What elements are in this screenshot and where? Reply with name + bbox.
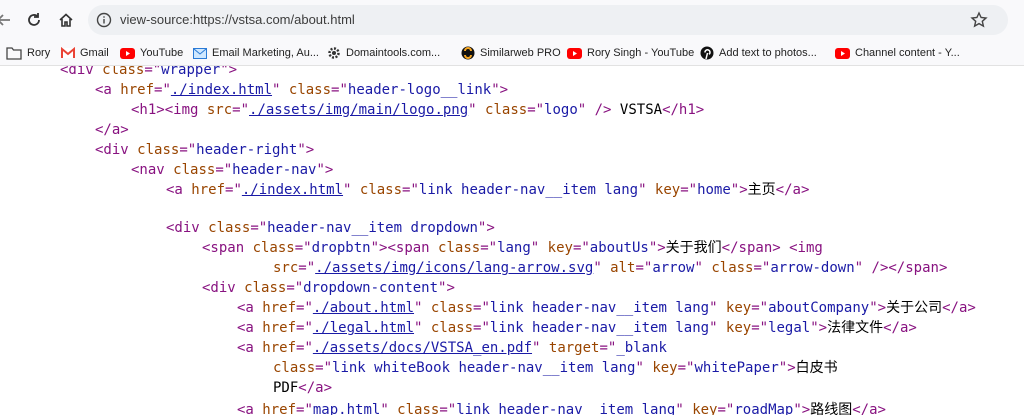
- source-line: <div class="header-right">: [95, 142, 315, 158]
- gmail-icon: [61, 47, 75, 58]
- bookmark-domaintools[interactable]: Domaintools.com...: [327, 45, 440, 61]
- bookmark-label: Channel content - Y...: [855, 47, 960, 59]
- bookmark-label: YouTube: [140, 47, 184, 59]
- bookmark-channel-content[interactable]: Channel content - Y...: [835, 45, 960, 61]
- bookmark-label: Domaintools.com...: [346, 47, 441, 59]
- address-bar[interactable]: view-source:https://vstsa.com/about.html: [88, 5, 1008, 35]
- info-icon[interactable]: [96, 12, 112, 28]
- bookmark-label: Similarweb PRO: [480, 47, 561, 59]
- browser-toolbar: view-source:https://vstsa.com/about.html: [0, 0, 1024, 40]
- bookmark-similarweb[interactable]: Similarweb PRO: [461, 45, 561, 61]
- source-link[interactable]: ./index.html: [242, 182, 343, 198]
- bookmark-rory[interactable]: Rory: [6, 45, 50, 61]
- source-line: <div class="header-nav__item dropdown">: [166, 220, 495, 236]
- source-line: <a href="map.html" class="link header-na…: [237, 400, 886, 415]
- source-line: <div class="dropdown-content">: [202, 280, 455, 296]
- source-link[interactable]: ./assets/img/main/logo.png: [249, 102, 468, 118]
- source-line: class="link whiteBook header-nav__item l…: [273, 360, 838, 376]
- reload-icon[interactable]: [22, 8, 46, 32]
- bookmark-rory-youtube[interactable]: Rory Singh - YouTube: [567, 45, 694, 61]
- source-line: <span class="dropbtn"><span class="lang"…: [202, 240, 823, 256]
- source-line: src="./assets/img/icons/lang-arrow.svg" …: [273, 260, 948, 276]
- source-line: <a href="./about.html" class="link heade…: [237, 300, 976, 316]
- bookmark-add-text[interactable]: Add text to photos...: [700, 45, 817, 61]
- pinterest-icon: [700, 46, 714, 60]
- source-code-view: <div class="wrapper"> <a href="./index.h…: [0, 66, 1024, 415]
- youtube-icon: [835, 47, 850, 59]
- source-line: <nav class="header-nav">: [131, 162, 334, 178]
- source-line: PDF</a>: [273, 380, 333, 396]
- back-arrow-icon[interactable]: [0, 8, 16, 32]
- similarweb-icon: [461, 46, 475, 60]
- bookmark-label: Rory Singh - YouTube: [587, 47, 695, 59]
- bookmark-email-marketing[interactable]: Email Marketing, Au...: [193, 45, 319, 61]
- bookmark-gmail[interactable]: Gmail: [61, 45, 109, 61]
- source-link[interactable]: map.html: [313, 402, 380, 415]
- source-line: <h1><img src="./assets/img/main/logo.png…: [131, 102, 705, 118]
- home-icon[interactable]: [54, 8, 78, 32]
- bookmark-youtube[interactable]: YouTube: [120, 45, 183, 61]
- source-link[interactable]: ./assets/docs/VSTSA_en.pdf: [313, 340, 532, 356]
- bookmark-label: Gmail: [80, 47, 109, 59]
- source-link[interactable]: ./assets/img/icons/lang-arrow.svg: [315, 260, 593, 276]
- gear-icon: [328, 47, 340, 59]
- bookmark-label: Email Marketing, Au...: [212, 47, 319, 59]
- bookmark-star-icon[interactable]: [970, 11, 988, 29]
- mail-icon: [193, 47, 207, 59]
- address-url[interactable]: view-source:https://vstsa.com/about.html: [120, 12, 355, 27]
- youtube-icon: [567, 47, 582, 59]
- bookmarks-bar: Rory Gmail YouTube Email Marketing, Au..…: [0, 40, 1024, 66]
- source-link[interactable]: ./about.html: [313, 300, 414, 316]
- bookmark-label: Rory: [27, 47, 51, 59]
- folder-icon: [6, 47, 22, 60]
- source-line: <a href="./legal.html" class="link heade…: [237, 320, 917, 336]
- bookmark-label: Add text to photos...: [719, 47, 817, 59]
- source-line: <a href="./index.html" class="header-log…: [95, 82, 509, 98]
- youtube-icon: [120, 47, 135, 59]
- source-link[interactable]: ./legal.html: [313, 320, 414, 336]
- source-line: <div class="wrapper">: [60, 66, 238, 78]
- source-line: <a href="./index.html" class="link heade…: [166, 182, 810, 198]
- source-line: <a href="./assets/docs/VSTSA_en.pdf" tar…: [237, 340, 667, 356]
- source-link[interactable]: ./index.html: [171, 82, 272, 98]
- source-line: </a>: [95, 122, 129, 138]
